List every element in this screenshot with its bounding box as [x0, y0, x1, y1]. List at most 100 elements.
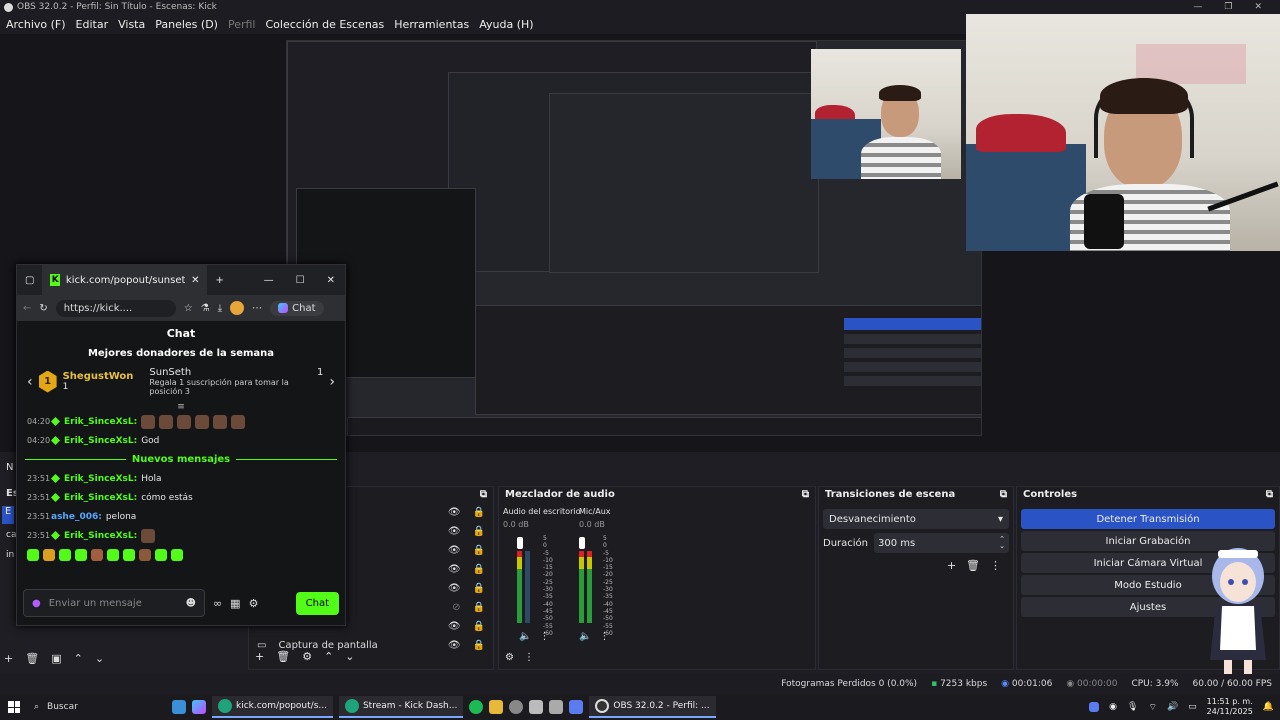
source-properties-icon[interactable]: ⚙ — [302, 650, 312, 663]
tray-app-icon[interactable] — [1089, 702, 1100, 712]
copilot-taskbar-icon[interactable] — [192, 700, 206, 714]
mic-icon[interactable]: ● — [32, 598, 41, 609]
lock-icon[interactable]: 🔒 — [473, 545, 485, 556]
kebab-menu-icon[interactable]: ⋮ — [599, 631, 609, 642]
visibility-icon[interactable]: 👁 — [448, 583, 461, 594]
taskbar-app-edge[interactable]: kick.com/popout/s... — [212, 696, 333, 718]
filter-icon[interactable]: ≡ — [17, 402, 345, 412]
mixer-float-icon[interactable]: ⧉ — [802, 489, 809, 501]
kebab-menu-icon[interactable]: ⋮ — [539, 631, 549, 642]
copilot-chat-button[interactable]: Chat — [270, 300, 324, 316]
clock[interactable]: 11:51 p. m. 24/11/2025 — [1207, 697, 1253, 717]
msg-user[interactable]: ashe_006: — [51, 512, 102, 522]
emote-icon[interactable] — [171, 549, 183, 561]
volume-icon[interactable]: 🔊 — [1167, 702, 1178, 712]
menu-herramientas[interactable]: Herramientas — [394, 18, 469, 31]
infinity-icon[interactable]: ∞ — [213, 597, 222, 610]
visibility-icon[interactable]: 👁 — [448, 526, 461, 537]
menu-paneles[interactable]: Paneles (D) — [155, 18, 218, 31]
spotify-icon[interactable] — [469, 700, 484, 714]
transition-select[interactable]: Desvanecimiento ▾ — [823, 509, 1009, 529]
emote-icon[interactable] — [139, 549, 151, 561]
url-field[interactable]: https://kick.... — [55, 299, 176, 317]
duration-spinbox[interactable]: 300 ms ⌃ ⌄ — [874, 533, 1009, 553]
add-scene-icon[interactable]: + — [4, 652, 13, 665]
app-icon[interactable] — [549, 700, 564, 714]
donor2-name[interactable]: SunSeth — [149, 367, 191, 378]
app-icon[interactable] — [569, 700, 584, 714]
ch1-volume-slider[interactable] — [517, 537, 523, 549]
taskbar-search[interactable]: ⌕ Buscar — [26, 702, 166, 712]
star-icon[interactable]: ☆ — [184, 303, 193, 314]
lock-icon[interactable]: 🔒 — [473, 564, 485, 575]
msg-user[interactable]: Erik_SinceXsL: — [64, 531, 137, 541]
add-source-icon[interactable]: + — [255, 650, 264, 663]
lock-icon[interactable]: 🔒 — [473, 583, 485, 594]
download-icon[interactable]: ⤓ — [218, 303, 222, 314]
msg-user[interactable]: Erik_SinceXsL: — [64, 417, 137, 427]
taskbar-app-obs[interactable]: OBS 32.0.2 - Perfil: ... — [589, 696, 716, 718]
remove-scene-icon[interactable]: 🗑 — [25, 652, 39, 665]
windows-start-icon[interactable] — [8, 701, 20, 713]
minimize-icon[interactable]: — — [1193, 2, 1202, 12]
donor1-name[interactable]: ShegustWon — [63, 371, 134, 382]
battery-icon[interactable]: ▭ — [1188, 702, 1197, 712]
chevron-right-icon[interactable]: › — [329, 374, 335, 390]
move-down-icon[interactable]: ⌄ — [345, 650, 354, 663]
maximize-icon[interactable]: ❐ — [1224, 2, 1232, 12]
stop-streaming-button[interactable]: Detener Transmisión — [1021, 509, 1275, 529]
refresh-icon[interactable]: ↻ — [39, 303, 47, 314]
minimize-icon[interactable]: — — [264, 275, 274, 286]
advanced-audio-icon[interactable]: ⚙ — [505, 652, 514, 663]
emote-icon[interactable] — [155, 549, 167, 561]
emote-icon[interactable] — [123, 549, 135, 561]
emote-icon[interactable] — [43, 549, 55, 561]
sources-dock-float-icon[interactable]: ⧉ — [480, 489, 487, 501]
scene-filters-icon[interactable]: ▣ — [51, 652, 61, 665]
spin-arrows-icon[interactable]: ⌃ ⌄ — [999, 536, 1005, 550]
widgets-icon[interactable] — [172, 700, 186, 714]
kebab-menu-icon[interactable]: ⋮ — [990, 559, 1001, 572]
visibility-icon[interactable]: 👁 — [448, 545, 461, 556]
menu-archivo[interactable]: Archivo (F) — [6, 18, 66, 31]
browser-window-icon[interactable]: ▢ — [25, 275, 34, 286]
remove-transition-icon[interactable]: 🗑 — [966, 559, 980, 572]
emote-icon[interactable] — [75, 549, 87, 561]
emoji-icon[interactable]: ☻ — [186, 598, 196, 609]
visibility-icon[interactable]: 👁 — [448, 640, 461, 651]
visibility-icon[interactable]: 👁 — [448, 621, 461, 632]
app-icon[interactable] — [529, 700, 544, 714]
move-up-icon[interactable]: ⌃ — [324, 650, 333, 663]
tray-app-icon[interactable]: ◉ — [1109, 702, 1117, 712]
kebab-menu-icon[interactable]: ⋮ — [524, 652, 534, 663]
close-icon[interactable]: ✕ — [1254, 2, 1262, 12]
lock-icon[interactable]: 🔒 — [473, 621, 485, 632]
close-icon[interactable]: ✕ — [327, 275, 335, 286]
hidden-icon[interactable]: ⊘ — [452, 602, 460, 613]
chevron-left-icon[interactable]: ‹ — [27, 374, 33, 390]
menu-editar[interactable]: Editar — [76, 18, 109, 31]
speaker-icon[interactable]: 🔈 — [519, 631, 531, 642]
speaker-icon[interactable]: 🔈 — [579, 631, 591, 642]
chat-message-input[interactable]: ● Enviar un mensaje ☻ — [23, 589, 205, 617]
gift-icon[interactable]: ▦ — [230, 597, 240, 610]
ch2-volume-slider[interactable] — [579, 537, 585, 549]
lock-icon[interactable]: 🔒 — [473, 640, 485, 651]
move-down-icon[interactable]: ⌄ — [95, 652, 104, 665]
back-arrow-icon[interactable]: ← — [23, 303, 31, 314]
move-up-icon[interactable]: ⌃ — [74, 652, 83, 665]
tab-close-icon[interactable]: ✕ — [191, 275, 199, 286]
menu-ayuda[interactable]: Ayuda (H) — [479, 18, 533, 31]
msg-user[interactable]: Erik_SinceXsL: — [64, 493, 137, 503]
transitions-float-icon[interactable]: ⧉ — [1000, 489, 1007, 501]
taskbar-app-stream[interactable]: Stream - Kick Dash... — [338, 696, 464, 718]
controls-float-icon[interactable]: ⧉ — [1266, 489, 1273, 501]
emote-icon[interactable] — [91, 549, 103, 561]
msg-user[interactable]: Erik_SinceXsL: — [64, 474, 137, 484]
emote-icon[interactable] — [107, 549, 119, 561]
wifi-icon[interactable]: ⌔ — [1148, 702, 1156, 713]
chat-settings-icon[interactable]: ⚙ — [249, 597, 259, 610]
menu-coleccion-escenas[interactable]: Colección de Escenas — [266, 18, 385, 31]
browser-tab[interactable]: K kick.com/popout/sunseth/chat ✕ — [42, 265, 208, 295]
profile-icon[interactable] — [230, 301, 245, 315]
